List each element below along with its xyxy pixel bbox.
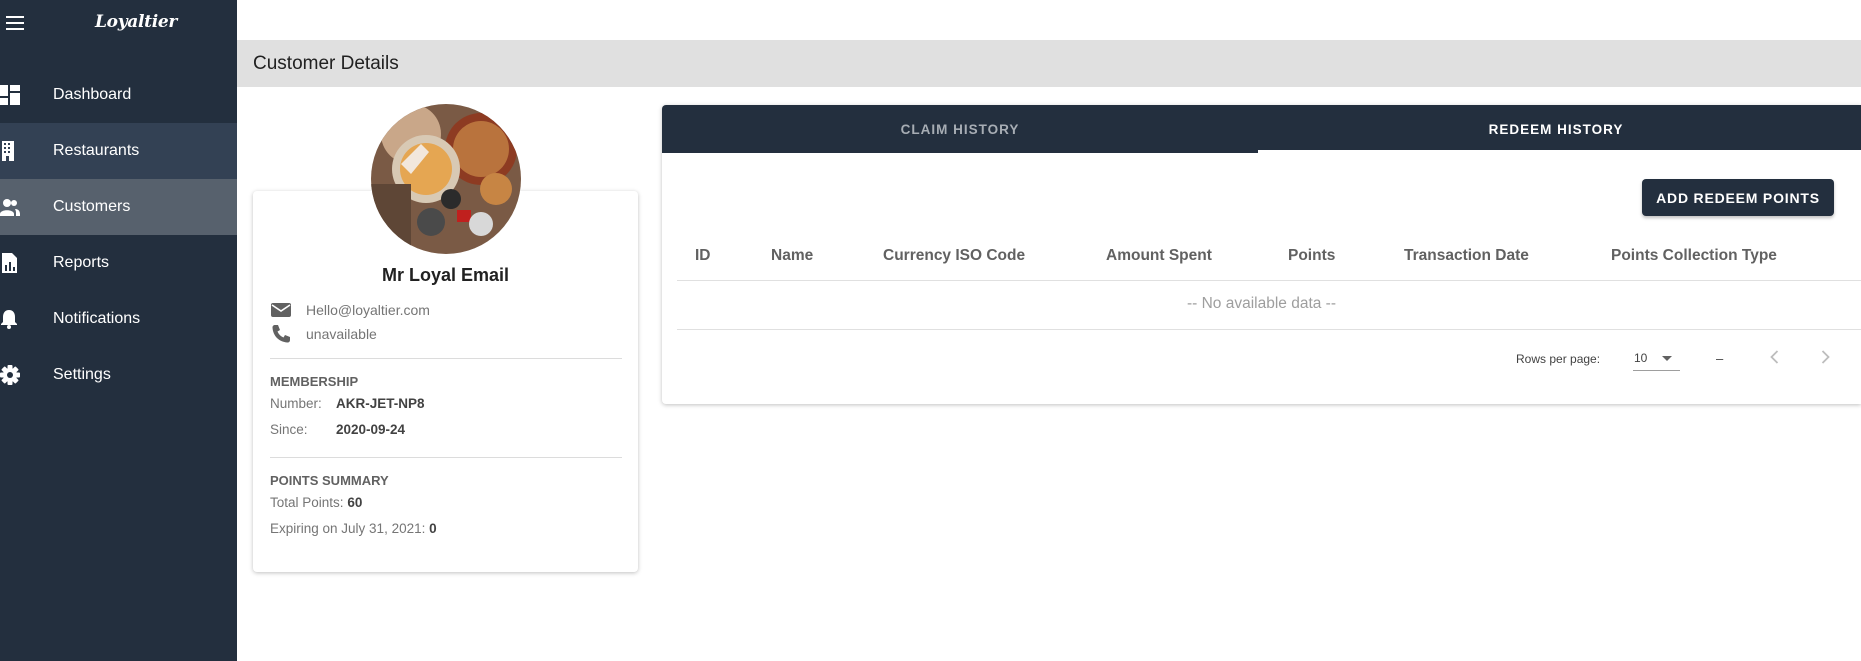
expiring-points-value: 0 xyxy=(429,521,437,536)
total-points-label: Total Points: xyxy=(270,495,344,510)
membership-title: MEMBERSHIP xyxy=(270,374,359,389)
avatar xyxy=(371,104,521,254)
people-icon xyxy=(0,199,20,216)
building-icon xyxy=(2,141,14,161)
sidebar-item-settings[interactable]: Settings xyxy=(0,347,237,403)
avatar-image xyxy=(371,104,521,254)
divider xyxy=(270,457,622,458)
rows-per-page-value: 10 xyxy=(1634,351,1648,365)
sidebar-item-notifications[interactable]: Notifications xyxy=(0,291,237,347)
sidebar-item-customers[interactable]: Customers xyxy=(0,179,237,235)
expiring-points-label: Expiring on July 31, 2021: xyxy=(270,521,426,536)
membership-since-label: Since: xyxy=(270,422,308,437)
column-header-currency[interactable]: Currency ISO Code xyxy=(883,247,1025,265)
sidebar: Loyaltier Dashboard Restaurants Customer… xyxy=(0,0,237,661)
history-card: CLAIM HISTORY REDEEM HISTORY ADD REDEEM … xyxy=(662,105,1861,404)
empty-table-message: -- No available data -- xyxy=(1186,295,1337,312)
customer-phone: unavailable xyxy=(306,326,377,342)
sidebar-item-label: Reports xyxy=(53,254,110,271)
sidebar-item-label: Restaurants xyxy=(53,142,140,159)
column-header-collection-type[interactable]: Points Collection Type xyxy=(1611,247,1777,265)
membership-since-value: 2020-09-24 xyxy=(336,422,406,437)
table-footer-divider xyxy=(677,329,1861,330)
dashboard-icon xyxy=(0,85,20,105)
bell-icon xyxy=(1,310,17,329)
phone-row: unavailable xyxy=(270,323,377,345)
page-header: Customer Details xyxy=(237,40,1861,87)
sidebar-item-reports[interactable]: Reports xyxy=(0,235,237,291)
points-summary-title: POINTS SUMMARY xyxy=(270,473,389,488)
history-tabs: CLAIM HISTORY REDEEM HISTORY xyxy=(662,105,1861,153)
membership-number-value: AKR-JET-NP8 xyxy=(336,396,425,411)
column-header-transaction-date[interactable]: Transaction Date xyxy=(1404,247,1529,265)
rows-per-page-label: Rows per page: xyxy=(1516,352,1601,366)
expiring-points: Expiring on July 31, 2021: 0 xyxy=(270,521,437,536)
menu-icon[interactable] xyxy=(6,16,24,30)
customer-email: Hello@loyaltier.com xyxy=(306,302,430,318)
phone-icon xyxy=(272,325,290,343)
divider xyxy=(270,358,622,359)
email-row: Hello@loyaltier.com xyxy=(270,299,430,321)
app-logo: Loyaltier xyxy=(95,12,178,32)
sidebar-item-label: Notifications xyxy=(53,310,141,327)
add-redeem-points-button[interactable]: ADD REDEEM POINTS xyxy=(1642,179,1834,216)
caret-down-icon xyxy=(1662,356,1672,361)
page-title: Customer Details xyxy=(253,53,399,74)
total-points: Total Points: 60 xyxy=(270,495,362,510)
column-header-points[interactable]: Points xyxy=(1288,247,1335,265)
rows-per-page-select[interactable]: 10 xyxy=(1633,347,1680,371)
chevron-right-icon[interactable] xyxy=(1815,347,1835,367)
gear-icon xyxy=(0,365,20,385)
sidebar-item-dashboard[interactable]: Dashboard xyxy=(0,67,237,123)
report-icon xyxy=(2,253,17,273)
membership-since: Since: 2020-09-24 xyxy=(270,422,405,437)
email-icon xyxy=(271,303,291,317)
tab-redeem-history[interactable]: REDEEM HISTORY xyxy=(1258,105,1854,153)
membership-number: Number: AKR-JET-NP8 xyxy=(270,396,425,411)
page-range: – xyxy=(1716,351,1724,366)
customer-name: Mr Loyal Email xyxy=(381,265,510,285)
sidebar-item-label: Customers xyxy=(53,198,131,215)
tab-claim-history[interactable]: CLAIM HISTORY xyxy=(662,105,1258,153)
column-header-amount-spent[interactable]: Amount Spent xyxy=(1106,247,1212,265)
tab-indicator xyxy=(1258,150,1861,153)
column-header-id[interactable]: ID xyxy=(695,247,711,265)
table-header-divider xyxy=(677,280,1861,281)
sidebar-header: Loyaltier xyxy=(0,0,237,50)
sidebar-item-label: Dashboard xyxy=(53,86,132,103)
membership-number-label: Number: xyxy=(270,396,322,411)
sidebar-item-restaurants[interactable]: Restaurants xyxy=(0,123,237,179)
total-points-value: 60 xyxy=(347,495,363,510)
sidebar-nav: Dashboard Restaurants Customers Reports … xyxy=(0,67,237,403)
column-header-name[interactable]: Name xyxy=(771,247,813,265)
chevron-left-icon[interactable] xyxy=(1765,347,1785,367)
sidebar-item-label: Settings xyxy=(53,366,111,383)
